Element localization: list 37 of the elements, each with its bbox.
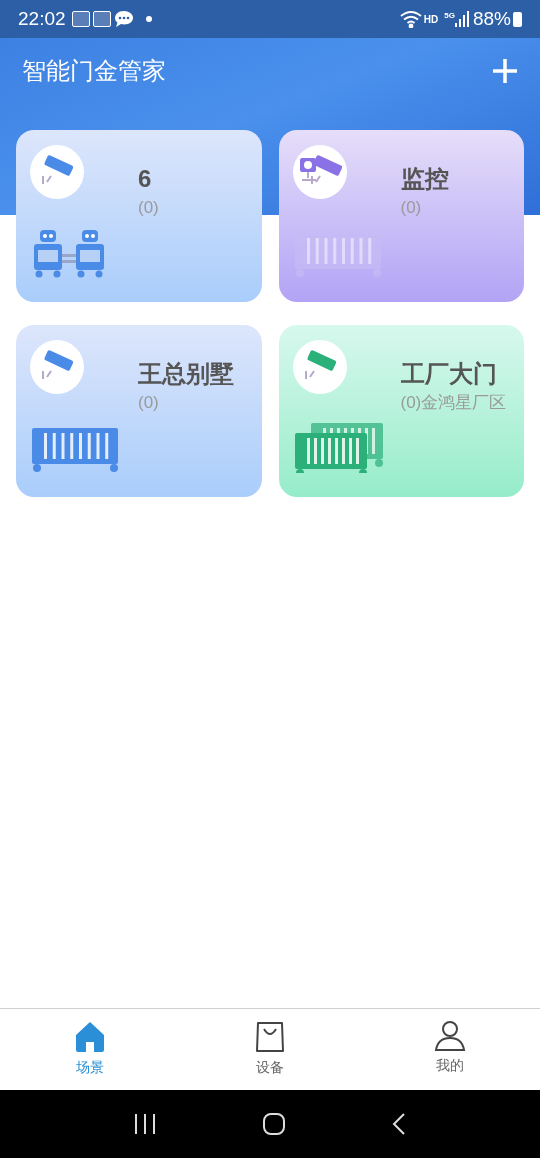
signal-icon xyxy=(454,11,469,27)
battery-icon xyxy=(513,11,522,27)
camera-icon xyxy=(292,145,347,199)
scene-title: 王总别墅 xyxy=(138,362,234,386)
scene-title: 工厂大门 xyxy=(400,362,498,386)
scene-subtitle: (0)金鸿星厂区 xyxy=(400,394,507,411)
scene-title: 监控 xyxy=(400,167,449,191)
scene-subtitle: (0) xyxy=(400,199,423,216)
wifi-icon xyxy=(399,10,422,28)
camera-icon xyxy=(292,340,347,394)
battery-percent: 88% xyxy=(472,6,511,31)
recent-apps-icon[interactable] xyxy=(133,1114,156,1134)
user-icon xyxy=(434,1021,466,1051)
nav-tab[interactable]: 场景 xyxy=(0,1009,180,1090)
camera-icon xyxy=(30,340,84,394)
scene-card[interactable]: 监控 (0) xyxy=(278,130,524,302)
camera-icon xyxy=(30,145,84,199)
chat-bubble-icon xyxy=(113,10,134,28)
back-icon[interactable] xyxy=(392,1113,407,1135)
scene-card[interactable]: 6 (0) xyxy=(16,130,262,302)
network-label: HD xyxy=(423,12,439,27)
scene-subtitle: (0) xyxy=(138,394,160,411)
home-icon xyxy=(75,1021,105,1053)
nav-tab[interactable]: 设备 xyxy=(180,1009,360,1090)
scene-subtitle: (0) xyxy=(138,199,159,216)
home-button-icon[interactable] xyxy=(263,1113,285,1135)
network-type: 5G xyxy=(444,10,455,22)
shopping-bag-icon xyxy=(255,1021,285,1053)
nav-tab[interactable]: 我的 xyxy=(360,1009,540,1090)
scene-card[interactable]: 王总别墅 (0) xyxy=(16,325,262,497)
news-app-icon xyxy=(71,11,90,27)
news-app-icon xyxy=(92,11,111,27)
scene-card[interactable]: 工厂大门 (0)金鸿星厂区 xyxy=(278,325,524,497)
clock: 22:02 xyxy=(18,6,66,31)
app-title: 智能门金管家 xyxy=(22,56,166,86)
add-icon[interactable] xyxy=(492,58,518,84)
scene-title: 6 xyxy=(138,167,153,191)
